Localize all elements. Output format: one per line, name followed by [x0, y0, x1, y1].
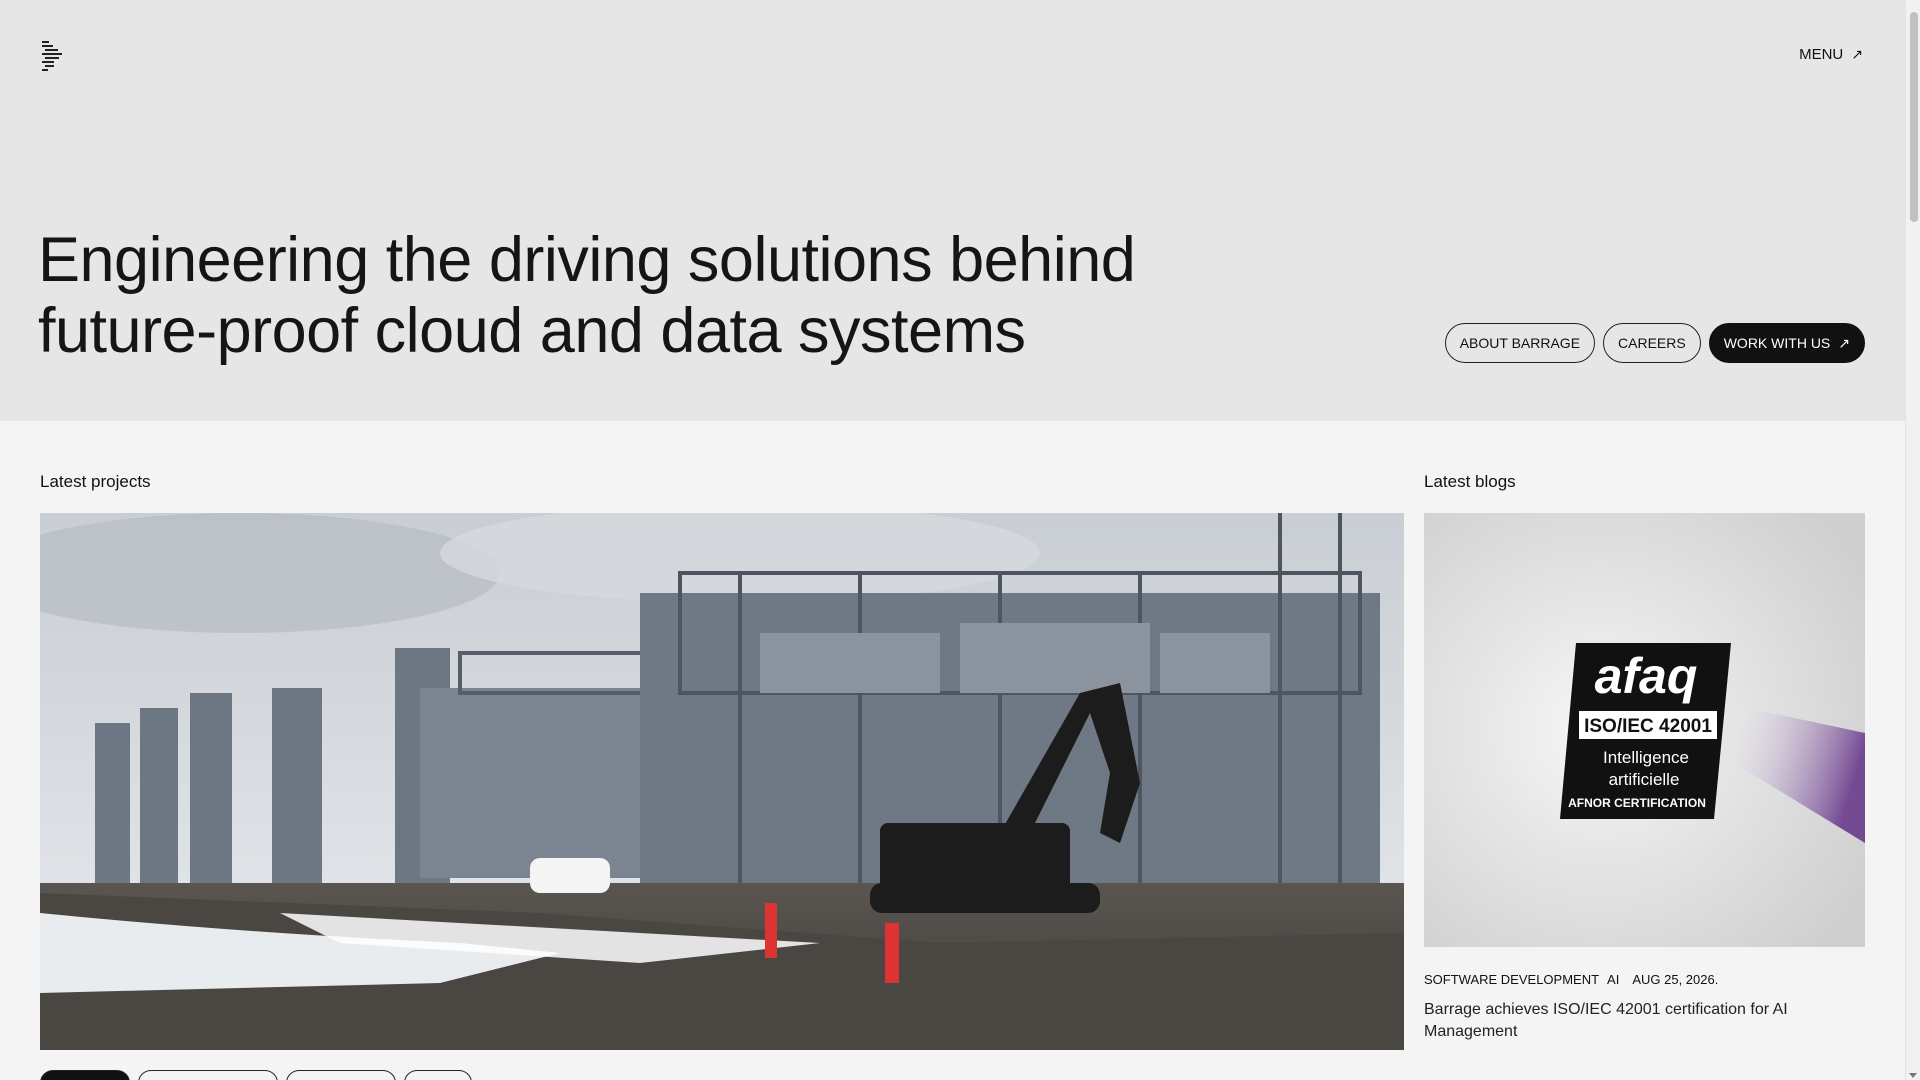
blog-meta: SOFTWARE DEVELOPMENT AI AUG 25, 2026.: [1424, 972, 1718, 987]
scroll-down-arrow-icon[interactable]: [1909, 1073, 1917, 1078]
afaq-standard-text: ISO/IEC 42001: [1584, 716, 1712, 737]
afaq-certification-image: afaq ISO/IEC 42001 Intelligence artifici…: [1424, 513, 1865, 947]
page-scrollbar[interactable]: [1905, 0, 1920, 1080]
blog-category-ai[interactable]: AI: [1607, 972, 1619, 987]
scrollbar-thumb[interactable]: [1910, 12, 1918, 222]
latest-blogs-heading: Latest blogs: [1424, 472, 1516, 491]
blog-category-software[interactable]: SOFTWARE DEVELOPMENT: [1424, 972, 1599, 987]
headline-line-2: future-proof cloud and data systems: [38, 296, 1026, 366]
afaq-line1-text: Intelligence: [1603, 748, 1689, 767]
afaq-brand-text: afaq: [1595, 648, 1698, 704]
project-tag[interactable]: [138, 1070, 278, 1080]
project-tags: [40, 1070, 472, 1080]
menu-label: MENU: [1799, 46, 1844, 63]
arrow-up-right-icon: ↗: [1851, 46, 1863, 62]
page-headline: Engineering the driving solutions behind…: [38, 225, 1138, 367]
hero-section: MENU ↗ Engineering the driving solutions…: [0, 0, 1905, 421]
work-with-us-label: WORK WITH US: [1723, 335, 1831, 351]
hero-actions: ABOUT BARRAGE CAREERS WORK WITH US ↗: [1444, 323, 1865, 363]
arrow-up-right-icon: ↗: [1838, 334, 1850, 351]
headline-line-1: Engineering the driving solutions behind: [38, 225, 1136, 295]
project-tag[interactable]: [40, 1070, 130, 1080]
latest-projects-heading: Latest projects: [40, 472, 151, 491]
project-tag[interactable]: [286, 1070, 396, 1080]
blog-date: AUG 25, 2026.: [1632, 972, 1719, 987]
project-image[interactable]: [40, 513, 1404, 1050]
work-with-us-button[interactable]: WORK WITH US ↗: [1708, 323, 1865, 363]
blog-title-link[interactable]: Barrage achieves ISO/IEC 42001 certifica…: [1424, 999, 1844, 1043]
blog-image[interactable]: afaq ISO/IEC 42001 Intelligence artifici…: [1424, 513, 1865, 947]
careers-button[interactable]: CAREERS: [1603, 323, 1701, 363]
project-tag[interactable]: [404, 1070, 472, 1080]
menu-button[interactable]: MENU ↗: [1799, 46, 1863, 63]
construction-site-photo: [40, 513, 1404, 1050]
afaq-line2-text: artificielle: [1609, 770, 1680, 789]
afaq-cert-text: AFNOR CERTIFICATION: [1568, 796, 1706, 810]
barrage-logo-icon[interactable]: [40, 40, 64, 72]
about-barrage-button[interactable]: ABOUT BARRAGE: [1444, 323, 1596, 363]
